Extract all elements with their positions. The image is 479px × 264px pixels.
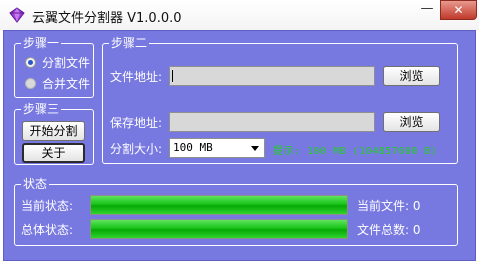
browse-file-button[interactable]: 浏览 [383,66,440,86]
split-size-select[interactable]: 100 MB [169,138,265,158]
minimize-button[interactable]: — [414,0,440,20]
close-button[interactable]: ✕ [440,0,477,20]
split-size-value: 100 MB [173,141,213,154]
start-split-button[interactable]: 开始分割 [22,121,85,141]
file-path-label: 文件地址: [110,70,163,84]
chevron-down-icon[interactable] [251,146,259,151]
radio-split-indicator[interactable] [25,57,36,68]
total-file-count: 文件总数: 0 [357,223,421,237]
step2-group: 步骤二 文件地址: 浏览 保存地址: 浏览 分割大小: 100 MB 提示: 1… [102,36,458,164]
radio-merge[interactable]: 合并文件 [25,75,90,92]
step3-group: 步骤三 开始分割 关于 [14,102,94,165]
total-progress-bar [90,219,348,239]
radio-split[interactable]: 分割文件 [25,54,90,71]
current-progress-bar [90,195,348,215]
main-panel: 步骤一 分割文件 合并文件 步骤三 开始分割 关于 步骤二 文件地址: 浏览 保… [3,30,476,261]
current-file-count: 当前文件: 0 [357,199,421,213]
current-progress-fill [91,196,347,214]
status-group: 状态 当前状态: 当前文件: 0 总体状态: 文件总数: 0 [14,177,458,246]
total-progress-fill [91,220,347,238]
step2-title: 步骤二 [109,36,150,50]
radio-split-label: 分割文件 [42,56,91,70]
window-title: 云翼文件分割器 V1.0.0.0 [32,11,182,26]
save-path-input[interactable] [169,112,375,132]
browse-save-button[interactable]: 浏览 [383,112,440,132]
step3-title: 步骤三 [21,102,62,116]
size-hint: 提示: 100 MB (104857600 B) [273,146,438,157]
app-window: 云翼文件分割器 V1.0.0.0 — ✕ 步骤一 分割文件 合并文件 步骤三 开… [0,0,479,264]
about-button[interactable]: 关于 [22,143,85,163]
step1-group: 步骤一 分割文件 合并文件 [14,36,94,98]
file-path-input[interactable] [169,66,375,86]
radio-merge-label: 合并文件 [42,77,91,91]
radio-merge-indicator[interactable] [25,78,36,89]
status-title: 状态 [21,177,50,191]
purple-diamond-icon [9,7,25,23]
title-bar[interactable]: 云翼文件分割器 V1.0.0.0 — ✕ [0,0,479,30]
step1-title: 步骤一 [21,36,62,50]
total-status-label: 总体状态: [21,223,74,237]
split-size-label: 分割大小: [110,142,163,156]
text-caret [172,70,173,82]
save-path-label: 保存地址: [110,116,163,130]
current-status-label: 当前状态: [21,199,74,213]
